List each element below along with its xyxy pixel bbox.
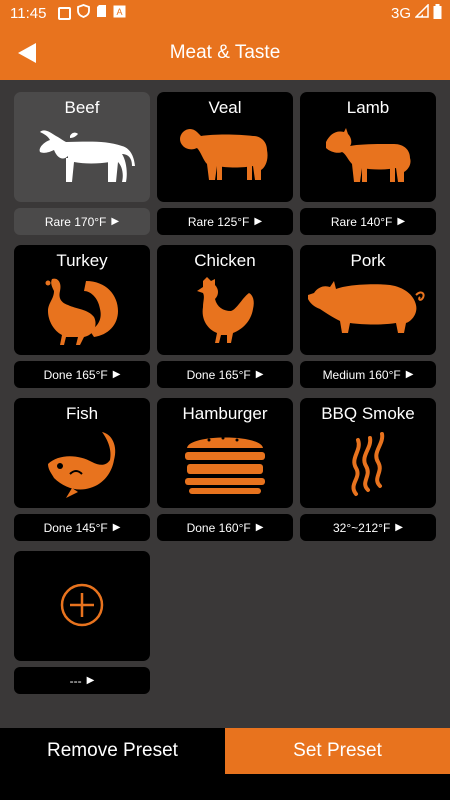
preset-card[interactable]: Turkey — [14, 245, 150, 355]
play-arrow-icon: ▶ — [255, 522, 264, 533]
play-arrow-icon: ▶ — [397, 216, 406, 227]
status-bar: 11:45 A 3G — [0, 0, 450, 26]
preset-card[interactable]: Chicken — [157, 245, 293, 355]
play-arrow-icon: ▶ — [86, 675, 95, 686]
status-time: 11:45 — [10, 4, 47, 22]
notification-icon — [58, 6, 72, 20]
set-preset-button[interactable]: Set Preset — [225, 728, 450, 774]
preset-value-button[interactable]: Rare 140°F ▶ — [300, 208, 436, 235]
add-preset-card[interactable] — [14, 551, 150, 661]
a-icon: A — [113, 5, 126, 22]
preset-card[interactable]: Hamburger — [157, 398, 293, 508]
preset-chicken: Chicken Done 165°F ▶ — [157, 245, 293, 388]
play-arrow-icon: ▶ — [405, 369, 414, 380]
preset-card[interactable]: Lamb — [300, 92, 436, 202]
remove-preset-button[interactable]: Remove Preset — [0, 728, 225, 774]
play-arrow-icon: ▶ — [111, 216, 120, 227]
preset-value-button[interactable]: --- ▶ — [14, 667, 150, 694]
play-arrow-icon: ▶ — [254, 216, 263, 227]
app-bar: Meat & Taste — [0, 26, 450, 80]
preset-beef: Beef Rare 170°F ▶ — [14, 92, 150, 235]
play-arrow-icon: ▶ — [395, 522, 403, 533]
page-title: Meat & Taste — [169, 42, 281, 63]
svg-text:A: A — [117, 7, 123, 17]
pig-icon — [308, 281, 425, 333]
sd-card-icon — [96, 4, 107, 22]
preset-name: BBQ Smoke — [321, 404, 415, 423]
system-nav-bar — [0, 774, 450, 800]
preset-value-button[interactable]: Done 165°F ▶ — [157, 361, 293, 388]
preset-name: Pork — [350, 251, 386, 270]
play-arrow-icon: ▶ — [112, 522, 121, 533]
shield-icon — [77, 4, 91, 22]
preset-name: Fish — [65, 404, 99, 423]
preset-name: Lamb — [346, 98, 390, 117]
signal-icon — [414, 3, 429, 22]
lamb-icon — [326, 128, 411, 182]
preset-pork: Pork Medium 160°F ▶ — [300, 245, 436, 388]
preset-value-button[interactable]: Done 160°F ▶ — [157, 514, 293, 541]
back-arrow-icon[interactable] — [14, 40, 40, 66]
preset-card[interactable]: Beef — [14, 92, 150, 202]
battery-icon — [433, 3, 442, 23]
preset-hamburger: Hamburger Done 160°F ▶ — [157, 398, 293, 541]
fish-icon — [48, 432, 116, 498]
preset-grid: Beef Rare 170°F ▶ Veal Rare 125°F ▶ Lamb… — [14, 92, 436, 694]
preset-card[interactable]: Veal — [157, 92, 293, 202]
network-type: 3G — [390, 4, 411, 22]
preset-value-button[interactable]: Rare 170°F ▶ — [14, 208, 150, 235]
turkey-icon — [45, 278, 118, 345]
calf-icon — [180, 129, 268, 180]
preset-value-button[interactable]: Done 145°F ▶ — [14, 514, 150, 541]
bottom-action-bar: Remove Preset Set Preset — [0, 728, 450, 774]
chicken-icon — [197, 277, 254, 343]
preset-card[interactable]: Fish — [14, 398, 150, 508]
hamburger-icon — [185, 436, 265, 494]
preset-value-button[interactable]: 32°~212°F ▶ — [300, 514, 436, 541]
preset-add: --- ▶ — [14, 551, 150, 694]
preset-value-button[interactable]: Rare 125°F ▶ — [157, 208, 293, 235]
preset-card[interactable]: BBQ Smoke — [300, 398, 436, 508]
preset-fish: Fish Done 145°F ▶ — [14, 398, 150, 541]
preset-name: Beef — [64, 98, 100, 117]
preset-turkey: Turkey Done 165°F ▶ — [14, 245, 150, 388]
play-arrow-icon: ▶ — [112, 369, 121, 380]
preset-name: Hamburger — [182, 404, 268, 423]
preset-lamb: Lamb Rare 140°F ▶ — [300, 92, 436, 235]
play-arrow-icon: ▶ — [255, 369, 264, 380]
preset-value-button[interactable]: Done 165°F ▶ — [14, 361, 150, 388]
add-circle-icon — [60, 583, 104, 627]
cow-icon — [39, 130, 135, 182]
preset-bbq-smoke: BBQ Smoke 32°~212°F ▶ — [300, 398, 436, 541]
smoke-icon — [351, 432, 385, 496]
preset-card[interactable]: Pork — [300, 245, 436, 355]
preset-name: Turkey — [56, 251, 108, 270]
preset-name: Veal — [208, 98, 242, 117]
preset-name: Chicken — [194, 251, 256, 270]
preset-veal: Veal Rare 125°F ▶ — [157, 92, 293, 235]
preset-value-button[interactable]: Medium 160°F ▶ — [300, 361, 436, 388]
